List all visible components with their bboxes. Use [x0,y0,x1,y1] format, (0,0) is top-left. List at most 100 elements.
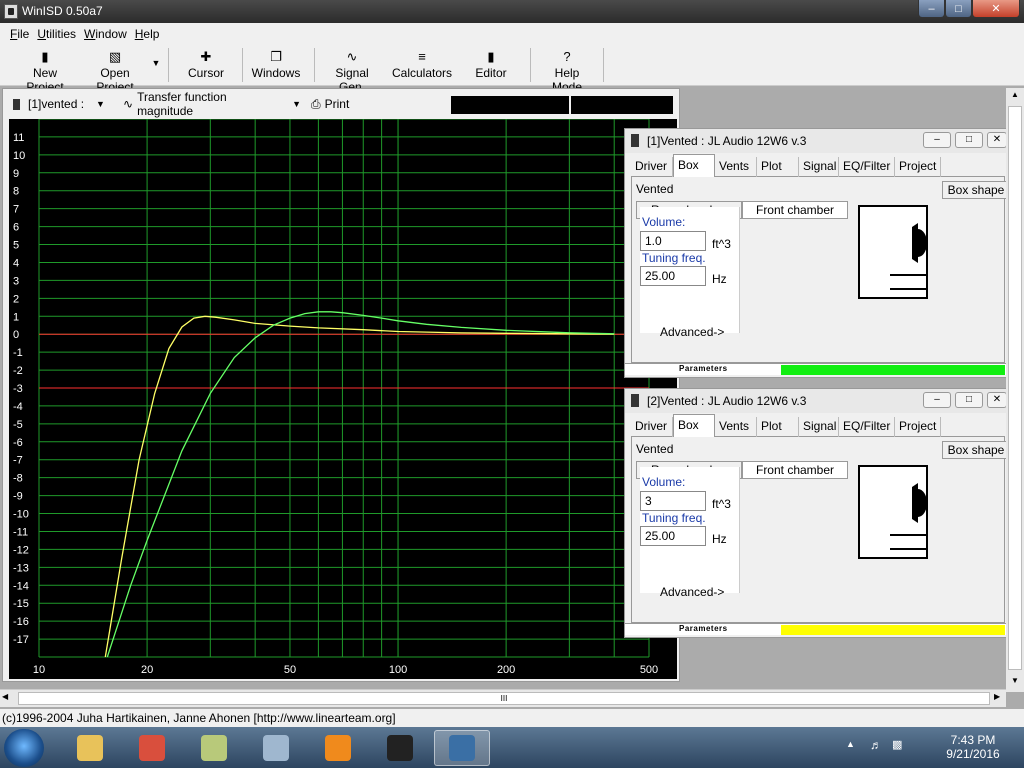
y-tick-label: -5 [13,419,23,431]
volume-unit: ft^3 [712,237,731,251]
tab-eq-filter[interactable]: EQ/Filter [839,157,895,177]
cursor-button[interactable]: ✚ Cursor [180,48,232,84]
tab-project[interactable]: Project [895,157,941,177]
transfer-function-plot[interactable]: 11 10 9 8 7 6 5 4 3 2 1 0 -1 -2 -3 -4 -5 -6 -7 -8 -9 -10 -11 -1… [9,119,677,679]
tab-signal[interactable]: Signal [799,417,839,437]
start-button[interactable] [4,729,44,767]
window-title: WinISD 0.50a7 [22,4,103,18]
taskbar-app[interactable] [434,730,490,766]
scroll-down-icon[interactable]: ▼ [1008,676,1022,688]
volume-label: Volume: [642,475,686,489]
front-chamber-button[interactable]: Front chamber [742,201,848,219]
project-select[interactable]: [1]vented : ▼ [13,95,111,113]
box-shape-button[interactable]: Box shape [942,441,1010,459]
tuning-unit: Hz [712,532,727,546]
tab-box[interactable]: Box [673,154,715,178]
menu-utilities[interactable]: Utilities [37,27,76,41]
tab-vents[interactable]: Vents [715,417,757,437]
horizontal-scrollbar[interactable]: ◀ III ▶ [0,689,1006,707]
graph-toolbar: [1]vented : ▼ ∿ Transfer function magnit… [3,90,679,118]
menu-help[interactable]: Help [135,27,160,41]
y-tick-label: 5 [13,240,19,252]
box-shape-button[interactable]: Box shape [942,181,1010,199]
panel-close-button[interactable]: ✕ [987,132,1007,148]
taskbar-app[interactable] [62,730,118,766]
help-mode-button[interactable]: ? Help Mode [538,48,596,94]
volume-field[interactable]: 1.0 [640,231,706,251]
tuning-field[interactable]: 25.00 [640,526,706,546]
vertical-scrollbar[interactable]: ▲ ▼ [1006,88,1024,692]
tab-plot[interactable]: Plot [757,417,799,437]
scroll-left-icon[interactable]: ◀ [2,692,14,701]
tuning-label: Tuning freq. [642,251,706,265]
panel-minimize-button[interactable]: – [923,132,951,148]
panel-title-bar: [2]Vented : JL Audio 12W6 v.3 – □ ✕ [625,389,1007,413]
scroll-right-icon[interactable]: ▶ [994,692,1006,701]
panel-status-bar: Parameters [625,623,1007,635]
taskbar-app[interactable] [186,730,242,766]
advanced-button[interactable]: Advanced-> [660,585,724,599]
readout-box [571,96,673,114]
scroll-thumb[interactable]: III [18,692,990,705]
maximize-button[interactable]: □ [945,0,972,18]
panel-title: [1]Vented : JL Audio 12W6 v.3 [647,134,807,148]
panel-minimize-button[interactable]: – [923,392,951,408]
y-tick-label: -3 [13,383,23,395]
explorer-icon [77,735,103,761]
system-tray: ▲ ♬ ▩ [846,727,916,768]
volume-icon[interactable]: ♬ [870,738,882,752]
x-tick-label: 100 [389,664,407,676]
panel-maximize-button[interactable]: □ [955,392,983,408]
y-tick-label: 6 [13,222,19,234]
new-project-button[interactable]: ▮ New Project [14,48,76,94]
tab-eq-filter[interactable]: EQ/Filter [839,417,895,437]
chart-svg: 11109876543210-1-2-3-4-5-6-7-8-9-10-11-1… [13,119,658,676]
clock[interactable]: 7:43 PM 9/21/2016 [928,727,1018,768]
scroll-up-icon[interactable]: ▲ [1008,90,1022,102]
menu-window[interactable]: Window [84,27,127,41]
open-project-button[interactable]: ▧ Open Project [82,48,148,94]
advanced-button[interactable]: Advanced-> [660,325,724,339]
volume-unit: ft^3 [712,497,731,511]
tab-driver[interactable]: Driver [631,157,673,177]
tab-plot[interactable]: Plot [757,157,799,177]
volume-field[interactable]: 3 [640,491,706,511]
plot-type-select[interactable]: ∿ Transfer function magnitude ▼ [123,90,301,118]
toolbar-separator [314,48,315,82]
minimize-button[interactable]: – [918,0,945,18]
tab-driver[interactable]: Driver [631,417,673,437]
print-button[interactable]: ⎙ Print [311,95,371,113]
chevron-down-icon: ▼ [96,99,105,109]
x-tick-label: 10 [33,664,45,676]
taskbar-app[interactable] [248,730,304,766]
speaker-icon [13,98,20,110]
windows-button[interactable]: ❐ Windows [250,48,302,84]
front-chamber-button[interactable]: Front chamber [742,461,848,479]
x-tick-label: 500 [640,664,658,676]
panel-close-button[interactable]: ✕ [987,392,1007,408]
tab-project[interactable]: Project [895,417,941,437]
tab-vents[interactable]: Vents [715,157,757,177]
taskbar-app[interactable] [124,730,180,766]
open-project-dropdown[interactable]: ▼ [150,48,162,84]
calculators-button[interactable]: ≡ Calculators [392,48,452,84]
tuning-field[interactable]: 25.00 [640,266,706,286]
tray-expand-icon[interactable]: ▲ [846,739,855,749]
y-tick-label: -17 [13,634,29,646]
tab-signal[interactable]: Signal [799,157,839,177]
menu-file[interactable]: File [10,27,29,41]
scroll-thumb[interactable] [1008,106,1022,670]
close-button[interactable]: ✕ [972,0,1020,18]
tab-box[interactable]: Box [673,414,715,438]
toolbar-separator [530,48,531,82]
speaker-icon [631,134,639,147]
editor-button[interactable]: ▮ Editor [468,48,514,84]
panel-maximize-button[interactable]: □ [955,132,983,148]
taskbar: ▲ ♬ ▩ 7:43 PM 9/21/2016 [0,727,1024,768]
taskbar-app[interactable] [310,730,366,766]
network-icon[interactable]: ▩ [892,738,902,751]
taskbar-app[interactable] [372,730,428,766]
signal-gen-button[interactable]: ∿ Signal Gen. [322,48,382,94]
y-tick-label: -15 [13,598,29,610]
graph-window: [1]vented : ▼ ∿ Transfer function magnit… [2,88,680,682]
